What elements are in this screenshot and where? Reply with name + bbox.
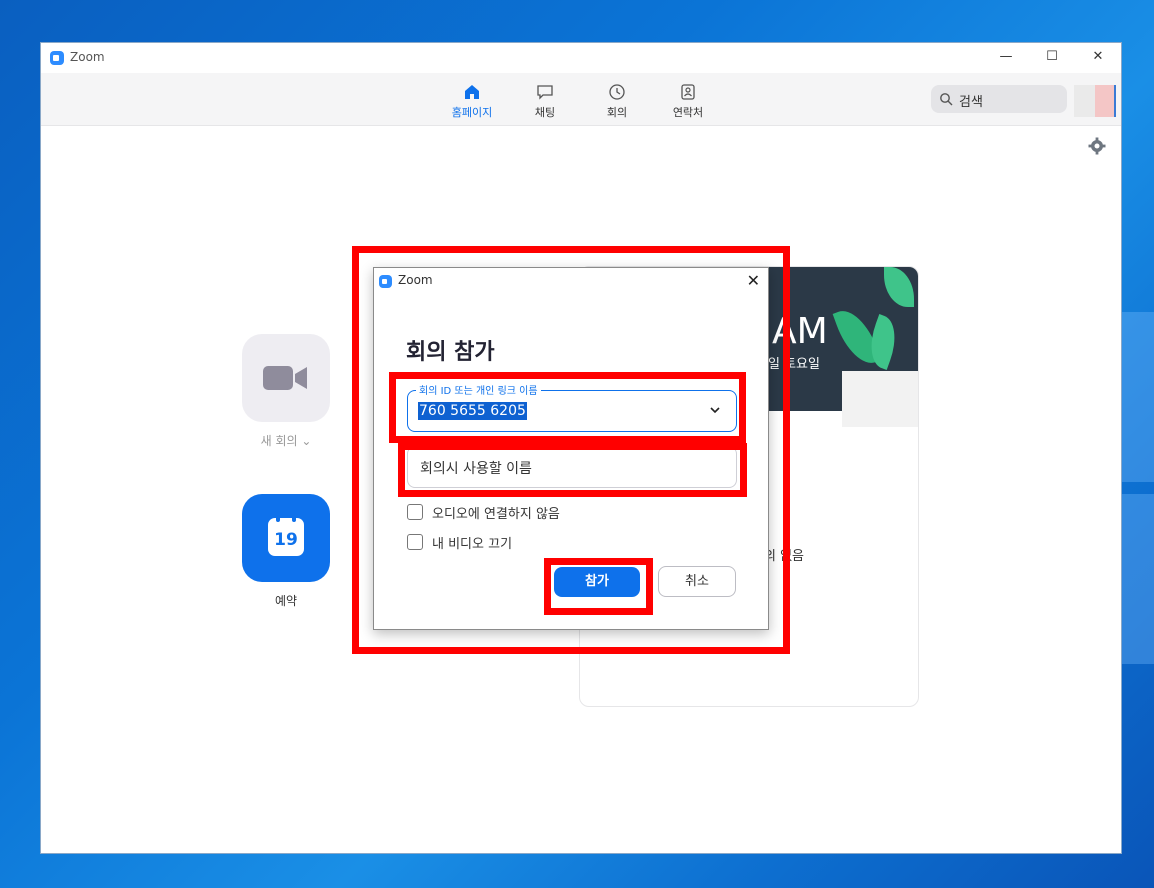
video-camera-icon — [263, 366, 307, 390]
tab-home-label: 홈페이지 — [451, 106, 493, 119]
new-meeting-button[interactable] — [242, 334, 330, 422]
schedule-label: 예약 — [274, 594, 298, 608]
tab-chat[interactable]: 채팅 — [515, 83, 575, 120]
close-button[interactable]: ✕ — [1075, 43, 1121, 73]
top-navigation: 홈페이지 채팅 회의 연락처 검색 — [41, 73, 1121, 126]
contact-icon — [681, 84, 695, 100]
avatar[interactable] — [1074, 85, 1116, 117]
schedule-button[interactable]: 19 — [242, 494, 330, 582]
tab-chat-label: 채팅 — [534, 106, 556, 119]
plant-illustration — [884, 267, 914, 307]
titlebar: Zoom — ☐ ✕ — [41, 43, 1121, 73]
home-icon — [465, 85, 479, 99]
tab-contacts-label: 연락처 — [672, 106, 704, 119]
highlight-box-name — [398, 443, 747, 497]
tab-home[interactable]: 홈페이지 — [442, 83, 502, 120]
zoom-logo-icon — [50, 51, 64, 65]
search-placeholder: 검색 — [959, 95, 983, 110]
calendar-day: 19 — [274, 530, 298, 550]
maximize-button[interactable]: ☐ — [1029, 43, 1075, 73]
tab-contacts[interactable]: 연락처 — [658, 83, 718, 120]
plant-pot — [842, 371, 918, 427]
search-input[interactable]: 검색 — [931, 85, 1067, 113]
minimize-button[interactable]: — — [983, 43, 1029, 73]
calendar-icon: 19 — [268, 514, 304, 556]
highlight-box-meeting-id — [389, 372, 746, 443]
chat-icon — [537, 85, 553, 100]
new-meeting-label: 새 회의 ⌄ — [260, 434, 312, 448]
search-icon — [940, 93, 953, 106]
highlight-box-join — [544, 558, 653, 615]
gear-icon[interactable] — [1088, 137, 1106, 155]
clock-icon — [609, 84, 625, 100]
tab-meetings-label: 회의 — [606, 106, 628, 119]
tab-meetings[interactable]: 회의 — [587, 83, 647, 120]
window-title: Zoom — [70, 50, 105, 64]
